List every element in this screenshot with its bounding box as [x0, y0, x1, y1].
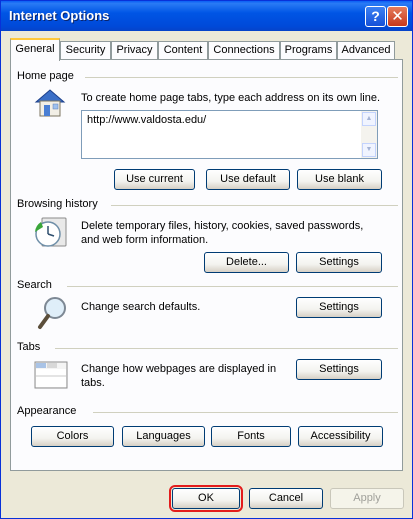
tabs-window-icon [34, 361, 68, 389]
cancel-button[interactable]: Cancel [249, 488, 323, 509]
tab-security[interactable]: Security [60, 41, 111, 60]
history-clock-icon [35, 217, 67, 247]
browsing-history-settings-button[interactable]: Settings [296, 252, 382, 273]
close-button[interactable]: ✕ [387, 6, 408, 27]
tabs-description: Change how webpages are displayed in tab… [81, 363, 277, 389]
languages-button[interactable]: Languages [122, 426, 205, 447]
tab-privacy[interactable]: Privacy [111, 41, 158, 60]
vertical-scrollbar[interactable]: ▲ ▼ [361, 111, 377, 158]
tab-general[interactable]: General [10, 38, 60, 61]
help-button[interactable]: ? [365, 6, 386, 27]
magnifier-icon [38, 297, 66, 329]
window-title: Internet Options [9, 8, 110, 23]
tab-advanced[interactable]: Advanced [337, 41, 395, 60]
search-heading: Search [17, 279, 52, 291]
browsing-history-heading: Browsing history [17, 198, 98, 210]
section-divider [93, 412, 398, 413]
browsing-history-description: Delete temporary files, history, cookies… [81, 220, 364, 246]
appearance-heading: Appearance [17, 405, 77, 417]
home-page-heading: Home page [17, 70, 74, 82]
tab-content[interactable]: Content [158, 41, 208, 60]
use-current-button[interactable]: Use current [114, 169, 195, 190]
delete-button[interactable]: Delete... [204, 252, 289, 273]
section-divider [111, 205, 398, 206]
home-page-description: To create home page tabs, type each addr… [81, 92, 381, 104]
use-default-button[interactable]: Use default [206, 169, 290, 190]
tabs-heading: Tabs [17, 341, 41, 353]
section-divider [55, 348, 398, 349]
section-divider [85, 77, 398, 78]
search-settings-button[interactable]: Settings [296, 297, 382, 318]
tab-connections[interactable]: Connections [208, 41, 280, 60]
ok-button[interactable]: OK [169, 485, 243, 512]
title-bar[interactable]: Internet Options ? ✕ [1, 1, 412, 31]
scroll-up-icon[interactable]: ▲ [362, 112, 376, 126]
fonts-button[interactable]: Fonts [211, 426, 291, 447]
colors-button[interactable]: Colors [31, 426, 114, 447]
home-page-address-field[interactable]: http://www.valdosta.edu/ ▲ ▼ [81, 110, 378, 159]
tab-programs[interactable]: Programs [280, 41, 337, 60]
tabs-settings-button[interactable]: Settings [296, 359, 382, 380]
apply-button[interactable]: Apply [330, 488, 404, 509]
home-page-address-value: http://www.valdosta.edu/ [87, 114, 207, 126]
section-divider [67, 286, 398, 287]
internet-options-dialog: Internet Options ? ✕ General Security Pr… [0, 0, 413, 519]
use-blank-button[interactable]: Use blank [297, 169, 382, 190]
accessibility-button[interactable]: Accessibility [298, 426, 383, 447]
search-description: Change search defaults. [81, 301, 201, 313]
home-icon [34, 89, 66, 117]
scroll-down-icon[interactable]: ▼ [362, 143, 376, 157]
